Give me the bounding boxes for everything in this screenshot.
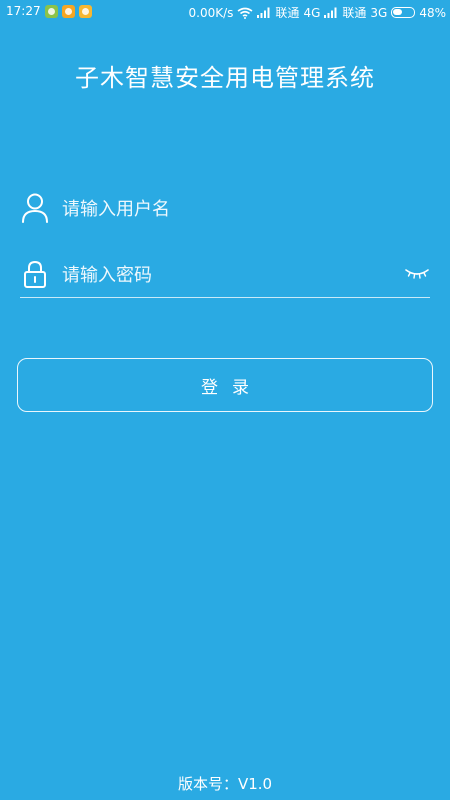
lock-icon <box>24 260 46 288</box>
signal-icon <box>324 7 337 18</box>
signal-icon <box>257 7 270 18</box>
password-input[interactable] <box>62 258 402 292</box>
battery-fill <box>393 9 403 15</box>
carrier-1: 联通 <box>275 6 300 20</box>
status-right: 0.00K/s 联通 4G 联通 3G 48% <box>189 4 446 21</box>
password-field <box>20 256 430 298</box>
carrier-2: 联通 <box>342 6 367 20</box>
network-type-1: 4G <box>303 5 321 20</box>
status-bar: 17:27 0.00K/s 联通 4G 联通 3G 48% <box>0 0 450 24</box>
app-title: 子木智慧安全用电管理系统 <box>75 64 375 92</box>
app-badge-icon <box>44 4 58 18</box>
username-field <box>20 190 430 230</box>
login-button[interactable]: 登录 <box>17 358 433 412</box>
wifi-icon <box>237 7 253 19</box>
app-badge-icon <box>61 4 75 18</box>
eye-closed-icon[interactable] <box>404 266 430 282</box>
version-label: 版本号：V1.0 <box>177 775 273 793</box>
status-left: 17:27 <box>6 4 92 18</box>
username-input[interactable] <box>62 192 402 226</box>
battery-icon <box>391 7 416 18</box>
status-time: 17:27 <box>6 4 41 18</box>
user-icon <box>22 193 48 223</box>
network-speed: 0.00K/s <box>188 5 234 20</box>
app-badge-icon <box>78 4 92 18</box>
battery-percent: 48% <box>419 5 446 20</box>
network-type-2: 3G <box>370 5 388 20</box>
